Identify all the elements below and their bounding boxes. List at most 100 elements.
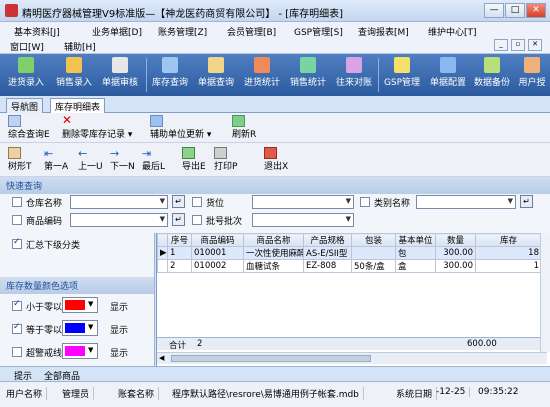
category-checkbox[interactable] (360, 197, 370, 207)
equal-zero-checkbox[interactable] (12, 322, 22, 334)
batch-checkbox[interactable] (192, 215, 202, 225)
export-button[interactable]: 导出E (182, 147, 206, 172)
aux-unit-update-button[interactable]: 辅助单位更新 ▾ (150, 115, 211, 140)
scroll-left-icon[interactable]: ◀ (159, 354, 164, 362)
table-row[interactable]: 2 010002 血糖试条 EZ-808 50条/盒 盒 300.00 1 (157, 259, 542, 273)
purchase-entry-button[interactable]: 进货录入 (4, 56, 48, 94)
over-warning-color[interactable]: ▼ (62, 343, 98, 359)
backup-button[interactable]: 数据备份 (470, 56, 514, 94)
menu-members[interactable]: 会员管理[B] (227, 25, 276, 38)
scroll-thumb[interactable] (171, 355, 371, 362)
mdi-min-icon[interactable]: _ (494, 39, 508, 51)
update-icon (150, 115, 163, 127)
menu-gsp[interactable]: GSP管理[S] (294, 25, 343, 38)
col-header[interactable]: 基本单位 (395, 233, 436, 247)
horizontal-scrollbar[interactable]: ◀ (157, 352, 547, 364)
col-header[interactable]: 库存 (475, 233, 542, 247)
location-combo[interactable] (252, 195, 354, 209)
doc-query-button[interactable]: 单据查询 (194, 56, 238, 94)
config-icon (440, 57, 456, 73)
col-header[interactable]: 数量 (435, 233, 476, 247)
menu-documents[interactable]: 业务单据[D] (92, 25, 142, 38)
bottom-tabs: 提示 全部商品 (0, 366, 550, 382)
status-bar: 用户名称 管理员 账套名称 程序默认路径\resrore\易博通用例子帐套.md… (0, 381, 550, 407)
less-than-zero-color[interactable]: ▼ (62, 297, 98, 313)
warehouse-label: 仓库名称 (26, 199, 63, 209)
title-bar: 精明医疗器械管理V9标准版—【神龙医药商贸有限公司】 - [库存明细表] — □… (0, 0, 550, 22)
col-header[interactable]: 商品编码 (191, 233, 244, 247)
doc-config-button[interactable]: 单据配置 (426, 56, 470, 94)
over-warning-label: 超警戒线 (26, 349, 63, 359)
product-code-combo[interactable] (70, 213, 168, 227)
account-path: 程序默认路径\resrore\易博通用例子帐套.mdb (172, 387, 364, 400)
print-button[interactable]: 打印P (214, 147, 237, 172)
equal-zero-color[interactable]: ▼ (62, 320, 98, 336)
exit-button[interactable]: 退出X (264, 147, 288, 172)
warehouse-checkbox[interactable] (12, 197, 22, 207)
search-icon (8, 115, 21, 127)
col-header[interactable]: 序号 (167, 233, 192, 247)
menu-reports[interactable]: 查询报表[M] (358, 25, 409, 38)
user-icon (524, 57, 540, 73)
warehouse-combo[interactable] (70, 195, 168, 209)
close-button[interactable]: ✕ (526, 3, 546, 18)
app-icon (5, 4, 18, 17)
batch-combo[interactable] (252, 213, 354, 227)
gsp-icon (394, 57, 410, 73)
location-checkbox[interactable] (192, 197, 202, 207)
action-bar: 综合查询E ✕ 删除零库存记录 ▾ 辅助单位更新 ▾ 刷新R (0, 113, 550, 143)
menu-help[interactable]: 辅助[H] (64, 40, 96, 53)
reconcile-button[interactable]: 往来对账 (332, 56, 376, 94)
sales-stats-button[interactable]: 销售统计 (286, 56, 330, 94)
combined-query-button[interactable]: 综合查询E (8, 115, 50, 140)
system-date-label: 系统日期 (396, 387, 438, 400)
total-row: 合计 2 600.00 (157, 337, 547, 351)
menu-accounts[interactable]: 账务管理[Z] (158, 25, 207, 38)
tree-button[interactable]: 树形T (8, 147, 32, 172)
tab-stock-detail[interactable]: 库存明细表 (50, 98, 106, 113)
delete-icon: ✕ (62, 113, 73, 127)
product-code-pick-button[interactable]: ↵ (172, 213, 185, 226)
product-code-checkbox[interactable] (12, 215, 22, 225)
summarize-lower-checkbox[interactable] (12, 237, 22, 249)
category-combo[interactable] (416, 195, 516, 209)
stock-query-button[interactable]: 库存查询 (148, 56, 192, 94)
col-header[interactable]: 商品名称 (243, 233, 304, 247)
maximize-button[interactable]: □ (505, 3, 525, 18)
vertical-scrollbar[interactable] (540, 233, 550, 352)
col-header[interactable]: 包装 (351, 233, 396, 247)
col-header[interactable]: 产品规格 (303, 233, 352, 247)
quick-query-title: 快速查询 (0, 177, 550, 194)
equal-zero-label: 等于零以 (26, 326, 63, 336)
user-name-label: 用户名称 (6, 387, 48, 400)
total-count: 2 (197, 339, 203, 349)
table-row[interactable]: ▶ 1 010001 一次性使用麻醉穿 AS-E/SII型 包 300.00 1… (157, 246, 542, 260)
tab-navigation[interactable]: 导航图 (6, 98, 44, 113)
sales-entry-button[interactable]: 销售录入 (52, 56, 96, 94)
less-than-zero-checkbox[interactable] (12, 299, 22, 311)
toolbar-separator (146, 58, 147, 92)
doc-audit-button[interactable]: 单据审核 (98, 56, 142, 94)
delete-zero-stock-button[interactable]: ✕ 删除零库存记录 ▾ (62, 113, 132, 140)
gsp-button[interactable]: GSP管理 (380, 56, 424, 94)
warehouse-pick-button[interactable]: ↵ (172, 195, 185, 208)
menu-maintenance[interactable]: 维护中心[T] (428, 25, 477, 38)
bar-chart-icon (254, 57, 270, 73)
last-button[interactable]: ⇥ 最后L (142, 147, 165, 172)
over-warning-checkbox[interactable] (12, 347, 22, 357)
reconcile-icon (346, 57, 362, 73)
menu-basic[interactable]: 基本资料[J] (14, 25, 60, 38)
mdi-close-icon[interactable]: ✕ (528, 39, 542, 51)
first-button[interactable]: ⇤ 第一A (44, 147, 68, 172)
mdi-restore-icon[interactable]: ▫ (511, 39, 525, 51)
purchase-stats-button[interactable]: 进货统计 (240, 56, 284, 94)
next-button[interactable]: → 下一N (110, 147, 135, 172)
refresh-icon (232, 115, 245, 127)
previous-button[interactable]: ← 上一U (78, 147, 103, 172)
refresh-button[interactable]: 刷新R (232, 115, 256, 140)
minimize-button[interactable]: — (484, 3, 504, 18)
menu-window[interactable]: 窗口[W] (10, 40, 44, 53)
user-name: 管理员 (62, 387, 95, 400)
category-pick-button[interactable]: ↵ (520, 195, 533, 208)
user-auth-button[interactable]: 用户授 (514, 56, 550, 94)
